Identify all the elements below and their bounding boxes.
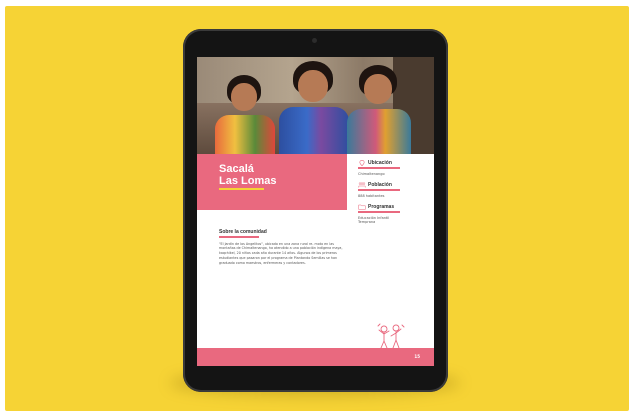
sidebar-item-ubicacion: Ubicación Chimaltenango bbox=[358, 160, 430, 176]
page-footer: 15 bbox=[197, 348, 434, 366]
page-number: 15 bbox=[414, 354, 420, 359]
people-icon bbox=[358, 182, 366, 188]
children-illustration-icon bbox=[374, 322, 406, 350]
location-pin-icon bbox=[358, 160, 366, 166]
tablet-device: Sacalá Las Lomas Ubicación Chimaltenango bbox=[183, 29, 448, 392]
about-heading: Sobre la comunidad bbox=[219, 229, 267, 235]
info-sidebar: Ubicación Chimaltenango Población 888 ha… bbox=[358, 160, 430, 231]
camera-icon bbox=[312, 38, 317, 43]
about-body: "El Jardín de los Angelitos", ubicado en… bbox=[219, 241, 343, 265]
title-underline bbox=[219, 188, 264, 190]
sidebar-item-poblacion: Población 888 habitantes bbox=[358, 182, 430, 198]
tablet-screen: Sacalá Las Lomas Ubicación Chimaltenango bbox=[197, 57, 434, 366]
about-section: Sobre la comunidad "El Jardín de los Ang… bbox=[219, 229, 347, 265]
sidebar-item-programas: Programas Educación Infantil Temprana bbox=[358, 204, 430, 225]
children-photo bbox=[197, 57, 434, 154]
page-title: Sacalá Las Lomas bbox=[219, 163, 277, 187]
folder-icon bbox=[358, 204, 366, 210]
